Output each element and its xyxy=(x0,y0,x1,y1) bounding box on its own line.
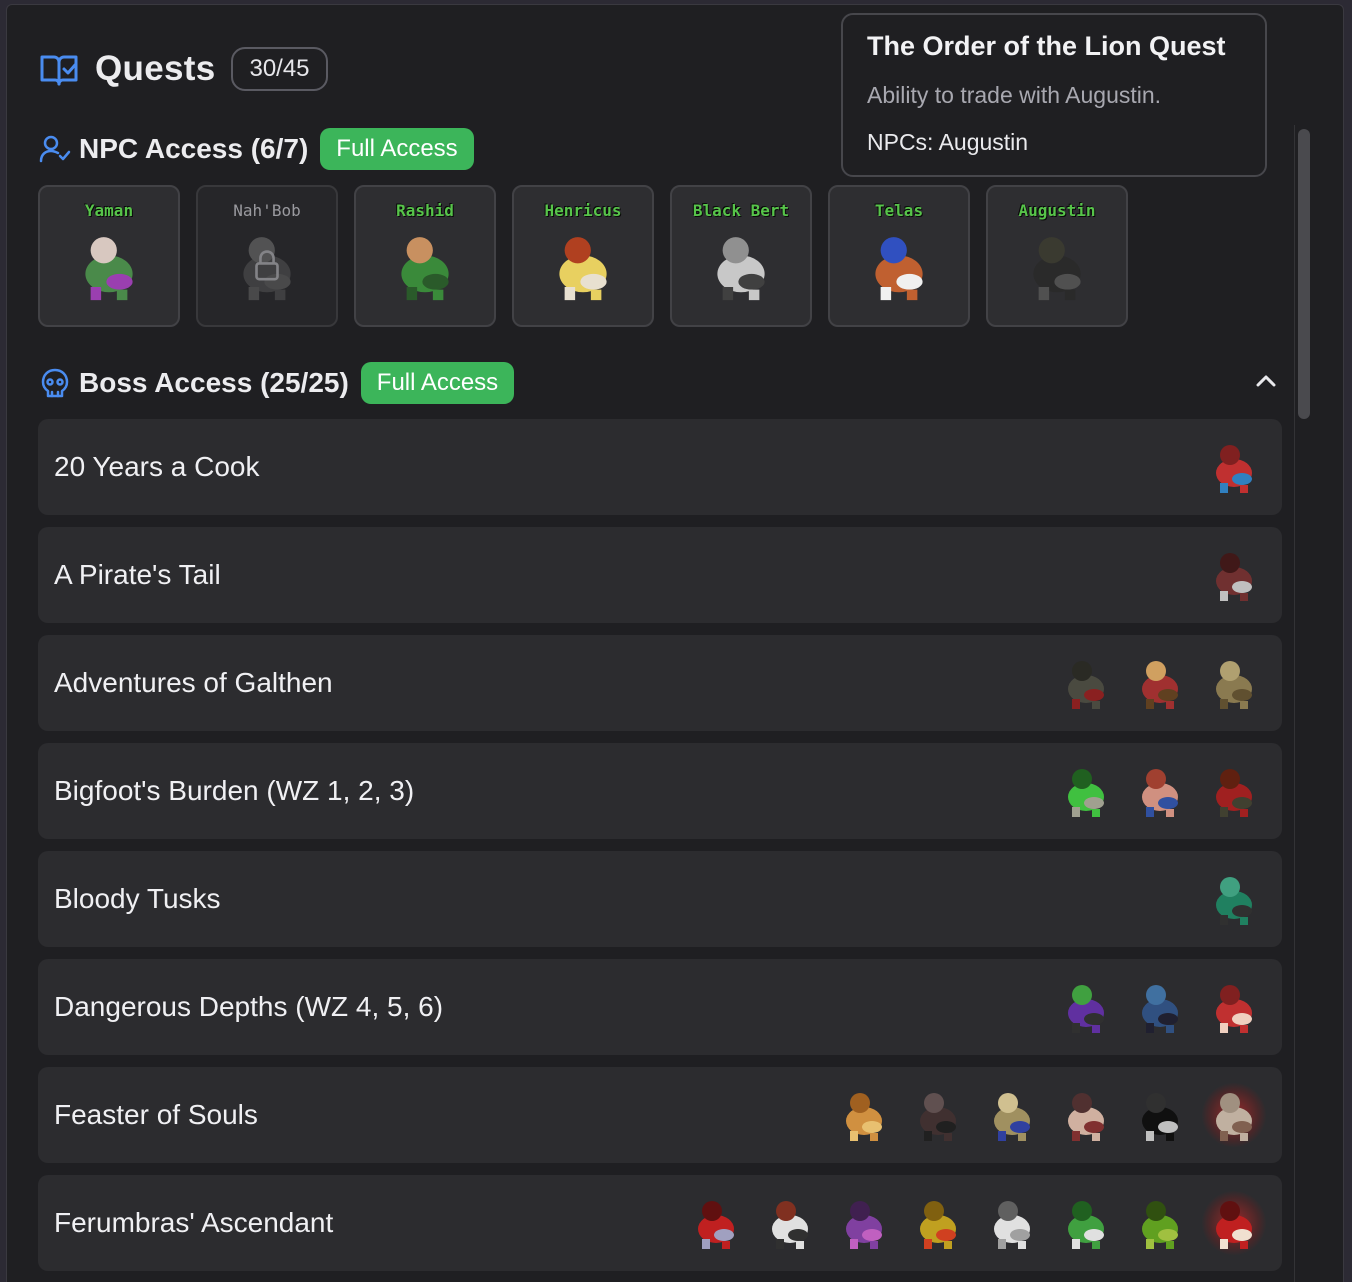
quest-row[interactable]: Bigfoot's Burden (WZ 1, 2, 3) xyxy=(38,743,1282,839)
depths-boss-1-sprite[interactable] xyxy=(1054,975,1118,1039)
boss-sprites xyxy=(1054,759,1266,823)
quest-tooltip: The Order of the Lion Quest Ability to t… xyxy=(841,13,1267,177)
npc-name: Yaman xyxy=(84,201,134,220)
npc-access-header[interactable]: NPC Access (6/7) Full Access xyxy=(39,127,474,171)
npc-card[interactable]: Rashid xyxy=(354,185,496,327)
page-title: Quests xyxy=(95,49,216,88)
feaster-boss-4-sprite[interactable] xyxy=(1054,1083,1118,1147)
boss-sprites xyxy=(684,1191,1266,1255)
ferumbras-boss-7-sprite[interactable] xyxy=(1128,1191,1192,1255)
quest-row[interactable]: Adventures of Galthen xyxy=(38,635,1282,731)
npc-name: Nah'Bob xyxy=(233,201,301,220)
user-check-icon xyxy=(39,135,71,163)
quest-count-badge: 30/45 xyxy=(231,47,328,91)
quest-row[interactable]: Feaster of Souls xyxy=(38,1067,1282,1163)
tooltip-title: The Order of the Lion Quest xyxy=(867,31,1226,61)
feaster-boss-5-sprite[interactable] xyxy=(1128,1083,1192,1147)
npc-sprite xyxy=(225,224,309,313)
ferumbras-boss-5-sprite[interactable] xyxy=(980,1191,1044,1255)
boss-full-access-badge: Full Access xyxy=(360,362,515,404)
npc-name: Black Bert xyxy=(692,201,790,220)
quests-panel: Quests 30/45 NPC Access (6/7) Full Acces… xyxy=(6,4,1344,1282)
npc-card[interactable]: Nah'Bob xyxy=(196,185,338,327)
ferumbras-boss-6-sprite[interactable] xyxy=(1054,1191,1118,1255)
quest-name: Feaster of Souls xyxy=(54,1099,258,1130)
npc-card[interactable]: Black Bert xyxy=(670,185,812,327)
bigfoot-boss-3-sprite[interactable] xyxy=(1202,759,1266,823)
quest-name: A Pirate's Tail xyxy=(54,559,221,590)
galthen-boss-1-sprite[interactable] xyxy=(1054,651,1118,715)
npc-sprite xyxy=(67,224,151,313)
cook-boss-sprite[interactable] xyxy=(1202,435,1266,499)
npc-sprite xyxy=(699,224,783,313)
book-check-icon xyxy=(40,55,78,86)
feaster-boss-2-sprite[interactable] xyxy=(906,1083,970,1147)
galthen-boss-2-sprite[interactable] xyxy=(1128,651,1192,715)
tooltip-npcs: NPCs: Augustin xyxy=(867,129,1029,155)
depths-boss-2-sprite[interactable] xyxy=(1128,975,1192,1039)
boss-sprites xyxy=(1202,867,1266,931)
feaster-boss-3-sprite[interactable] xyxy=(980,1083,1044,1147)
bigfoot-boss-1-sprite[interactable] xyxy=(1054,759,1118,823)
quest-name: Bloody Tusks xyxy=(54,883,221,914)
ferumbras-boss-8-sprite[interactable] xyxy=(1202,1191,1266,1255)
npc-name: Telas xyxy=(874,201,924,220)
boss-access-header[interactable]: Boss Access (25/25) Full Access xyxy=(39,361,515,405)
npc-sprite xyxy=(1015,224,1099,313)
quest-row[interactable]: Dangerous Depths (WZ 4, 5, 6) xyxy=(38,959,1282,1055)
boss-sprites xyxy=(1054,651,1266,715)
quest-row[interactable]: Ferumbras' Ascendant xyxy=(38,1175,1282,1271)
chevron-up-icon[interactable] xyxy=(1252,367,1280,395)
galthen-boss-3-sprite[interactable] xyxy=(1202,651,1266,715)
pirate-boss-sprite[interactable] xyxy=(1202,543,1266,607)
quest-name: Adventures of Galthen xyxy=(54,667,333,698)
npc-name: Rashid xyxy=(396,201,454,220)
boss-sprites xyxy=(1202,543,1266,607)
npc-grid: Yaman Nah'Bob Rashid Henricus Black Bert Tela… xyxy=(38,185,1128,327)
ferumbras-boss-4-sprite[interactable] xyxy=(906,1191,970,1255)
quest-name: Bigfoot's Burden (WZ 1, 2, 3) xyxy=(54,775,415,806)
npc-sprite xyxy=(541,224,625,313)
quest-row[interactable]: Bloody Tusks xyxy=(38,851,1282,947)
feaster-boss-6-sprite[interactable] xyxy=(1202,1083,1266,1147)
npc-sprite xyxy=(857,224,941,313)
boss-sprites xyxy=(832,1083,1266,1147)
npc-card[interactable]: Yaman xyxy=(38,185,180,327)
ferumbras-boss-2-sprite[interactable] xyxy=(758,1191,822,1255)
quests-header: Quests 30/45 xyxy=(39,43,328,95)
scrollbar[interactable] xyxy=(1294,125,1310,1282)
tooltip-description: Ability to trade with Augustin. xyxy=(867,82,1162,108)
boss-sprites xyxy=(1202,435,1266,499)
quest-name: Ferumbras' Ascendant xyxy=(54,1207,334,1238)
npc-card[interactable]: Telas xyxy=(828,185,970,327)
boss-quest-list: 20 Years a Cook A Pirate's Tail Adventures… xyxy=(38,419,1282,1271)
depths-boss-3-sprite[interactable] xyxy=(1202,975,1266,1039)
boss-sprites xyxy=(1054,975,1266,1039)
npc-name: Augustin xyxy=(1018,201,1096,220)
quest-row[interactable]: 20 Years a Cook xyxy=(38,419,1282,515)
ferumbras-boss-3-sprite[interactable] xyxy=(832,1191,896,1255)
quest-name: 20 Years a Cook xyxy=(54,451,260,482)
npc-access-title: NPC Access (6/7) xyxy=(79,133,309,164)
npc-sprite xyxy=(383,224,467,313)
tusks-boss-sprite[interactable] xyxy=(1202,867,1266,931)
ferumbras-boss-1-sprite[interactable] xyxy=(684,1191,748,1255)
quest-name: Dangerous Depths (WZ 4, 5, 6) xyxy=(54,991,444,1022)
quest-row[interactable]: A Pirate's Tail xyxy=(38,527,1282,623)
feaster-boss-1-sprite[interactable] xyxy=(832,1083,896,1147)
npc-full-access-badge: Full Access xyxy=(320,128,474,170)
boss-access-title: Boss Access (25/25) xyxy=(79,367,349,398)
npc-name: Henricus xyxy=(544,201,622,220)
npc-card[interactable]: Augustin xyxy=(986,185,1128,327)
npc-card[interactable]: Henricus xyxy=(512,185,654,327)
scrollbar-thumb[interactable] xyxy=(1298,129,1310,419)
skull-icon xyxy=(41,368,69,398)
bigfoot-boss-2-sprite[interactable] xyxy=(1128,759,1192,823)
